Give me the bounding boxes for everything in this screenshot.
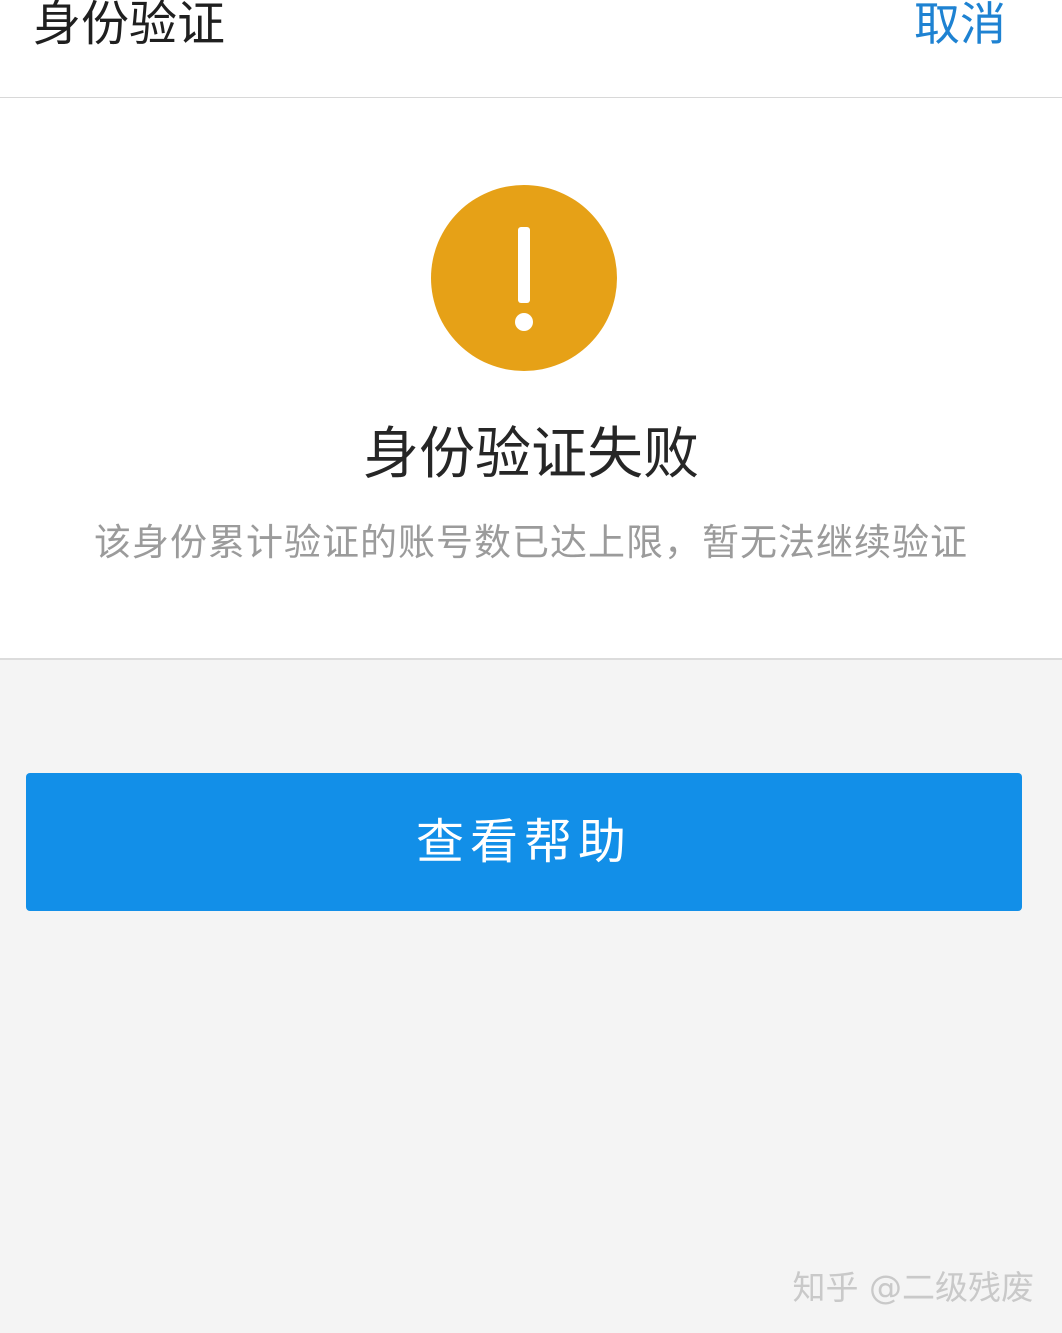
view-help-button[interactable]: 查看帮助: [26, 773, 1022, 911]
cancel-button[interactable]: 取消: [914, 0, 1006, 54]
watermark: 知乎 @二级残废: [792, 1268, 1035, 1307]
result-title: 身份验证失败: [363, 422, 699, 487]
header-bar: 身份验证 取消: [0, 0, 1062, 98]
result-description: 该身份累计验证的账号数已达上限，暂无法继续验证: [94, 521, 968, 564]
page-title: 身份验证: [33, 0, 226, 52]
result-panel: 身份验证失败 该身份累计验证的账号数已达上限，暂无法继续验证: [0, 98, 1062, 660]
warning-icon: [431, 185, 617, 371]
